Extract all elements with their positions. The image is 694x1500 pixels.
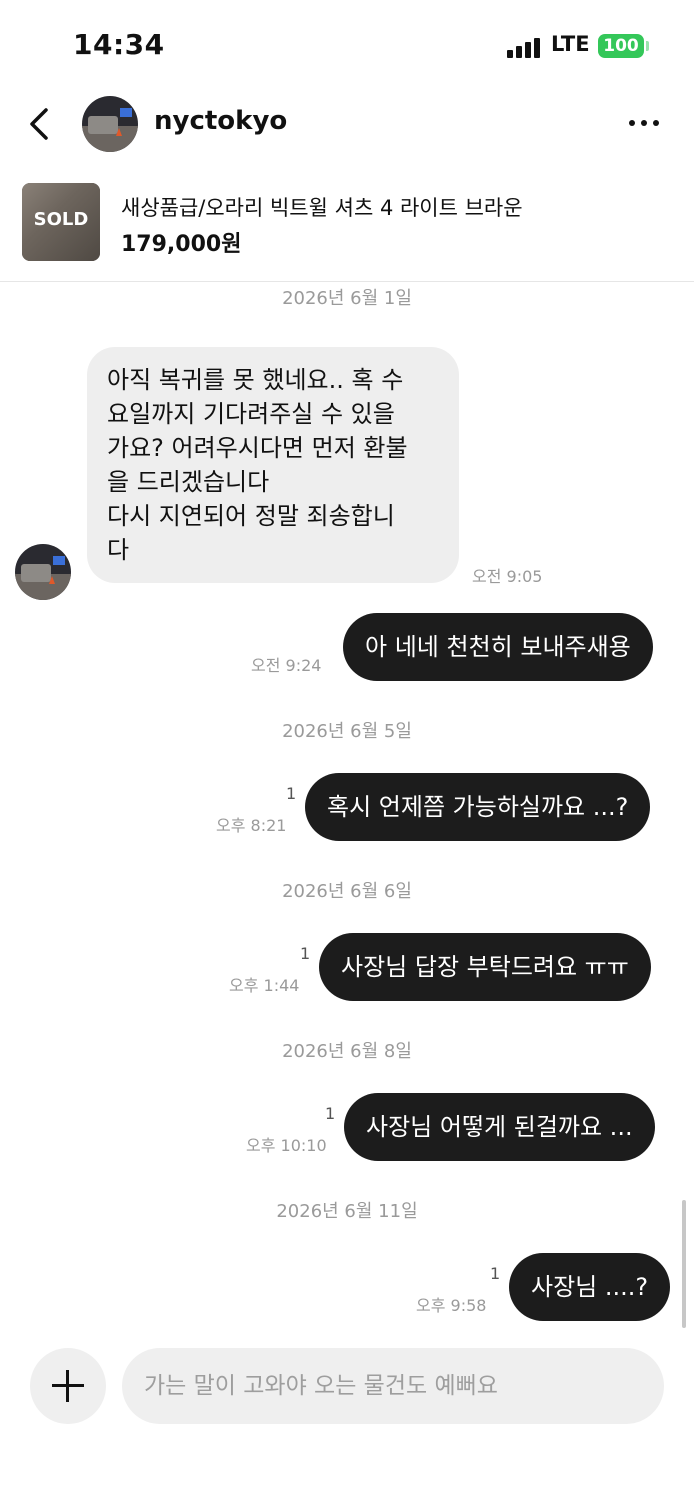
- product-bar[interactable]: SOLD 새상품급/오라리 빅트윌 셔츠 4 라이트 브라운 179,000원: [0, 170, 694, 282]
- message-time: 오후 10:10: [246, 1136, 327, 1155]
- product-price: 179,000원: [121, 232, 242, 257]
- date-separator: 2026년 6월 6일: [282, 881, 412, 902]
- message-line: 요일까지 기다려주실 수 있을: [107, 400, 395, 428]
- chat-header: nyctokyo: [0, 90, 694, 158]
- message-line: 을 드리겠습니다: [107, 468, 270, 496]
- status-bar: 14:34 LTE 100: [0, 0, 694, 90]
- add-attachment-button[interactable]: [30, 1348, 106, 1424]
- date-separator: 2026년 6월 1일: [282, 288, 412, 309]
- product-thumbnail[interactable]: SOLD: [22, 183, 100, 261]
- status-time: 14:34: [73, 28, 165, 61]
- avatar-image: [82, 96, 138, 152]
- product-title: 새상품급/오라리 빅트윌 셔츠 4 라이트 브라운: [121, 196, 523, 220]
- unread-count: 1: [325, 1104, 336, 1123]
- message-line: 다: [107, 536, 130, 564]
- avatar-image: [15, 544, 71, 600]
- battery-icon: 100: [598, 34, 644, 58]
- avatar[interactable]: [15, 544, 71, 600]
- incoming-message[interactable]: 아직 복귀를 못 했네요.. 혹 수 요일까지 기다려주실 수 있을 가요? 어…: [87, 347, 459, 583]
- message-time: 오후 1:44: [229, 976, 300, 995]
- outgoing-message[interactable]: 아 네네 천천히 보내주새용: [343, 613, 653, 681]
- message-line: 다시 지연되어 정말 죄송합니: [107, 502, 395, 530]
- message-input[interactable]: [122, 1348, 664, 1424]
- message-time: 오후 9:58: [416, 1296, 487, 1315]
- unread-count: 1: [490, 1264, 501, 1283]
- contact-name[interactable]: nyctokyo: [154, 106, 287, 136]
- avatar[interactable]: [82, 96, 138, 152]
- more-options-button[interactable]: [620, 108, 668, 138]
- unread-count: 1: [286, 784, 297, 803]
- outgoing-message[interactable]: 사장님 어떻게 된걸까요 ...: [344, 1093, 655, 1161]
- unread-count: 1: [300, 944, 311, 963]
- date-separator: 2026년 6월 8일: [282, 1041, 412, 1062]
- outgoing-message[interactable]: 혹시 언제쯤 가능하실까요 ...?: [305, 773, 651, 841]
- chevron-left-icon: [30, 108, 48, 140]
- sold-badge: SOLD: [33, 209, 89, 230]
- message-line: 아직 복귀를 못 했네요.. 혹 수: [107, 366, 404, 394]
- message-time: 오전 9:24: [251, 656, 322, 675]
- outgoing-message[interactable]: 사장님 ....?: [509, 1253, 671, 1321]
- scrollbar[interactable]: [682, 1200, 686, 1328]
- back-button[interactable]: [20, 102, 60, 146]
- message-time: 오후 8:21: [216, 816, 287, 835]
- battery-tip: [646, 41, 649, 51]
- outgoing-message[interactable]: 사장님 답장 부탁드려요 ㅠㅠ: [319, 933, 651, 1001]
- network-type: LTE: [551, 32, 590, 56]
- date-separator: 2026년 6월 11일: [276, 1201, 418, 1222]
- message-line: 가요? 어려우시다면 먼저 환불: [107, 434, 408, 462]
- date-separator: 2026년 6월 5일: [282, 721, 412, 742]
- message-time: 오전 9:05: [472, 567, 543, 586]
- signal-bars-icon: [507, 36, 543, 58]
